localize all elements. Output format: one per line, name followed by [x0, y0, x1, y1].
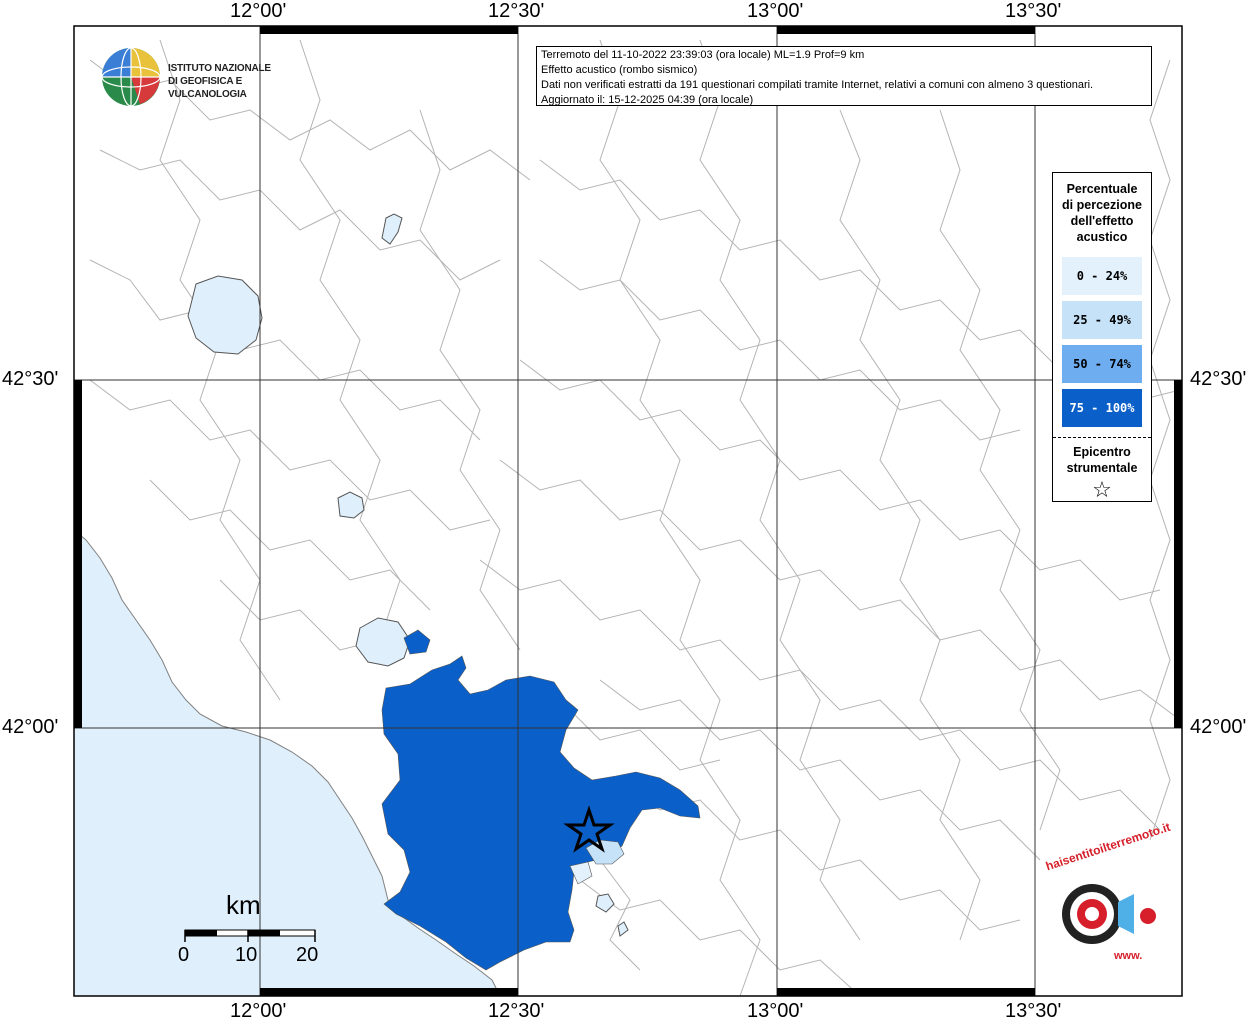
legend-title: Percentuale di percezione dell'effetto a… — [1053, 181, 1151, 245]
epicenter-legend-title: Epicentro strumentale — [1053, 444, 1151, 476]
scale-tick-20: 20 — [296, 944, 319, 966]
axis-top-3: 13°00' — [747, 0, 804, 22]
event-title: Terremoto del 11-10-2022 23:39:03 (ora l… — [541, 49, 865, 61]
event-updated: Aggiornato il: 15-12-2025 04:39 (ora loc… — [541, 94, 754, 106]
legend-class-25-49: 25 - 49% — [1062, 301, 1142, 339]
event-info-box: Terremoto del 11-10-2022 23:39:03 (ora l… — [536, 46, 1152, 106]
axis-top-4: 13°30' — [1005, 0, 1062, 22]
legend-title-line: acustico — [1076, 230, 1128, 244]
legend-title-line: dell'effetto — [1070, 214, 1134, 228]
scale-unit: km — [226, 890, 261, 920]
logo-line-2: DI GEOFISICA E VULCANOLOGIA — [168, 76, 247, 100]
logo-line-1: ISTITUTO NAZIONALE — [168, 63, 271, 74]
axis-top-2: 12°30' — [488, 0, 545, 22]
scale-tick-0: 0 — [178, 944, 190, 966]
event-effect: Effetto acustico (rombo sismico) — [541, 64, 698, 76]
axis-left-1: 42°30' — [2, 368, 59, 390]
axis-left-2: 42°00' — [2, 716, 59, 738]
legend-class-50-74: 50 - 74% — [1062, 345, 1142, 383]
legend-class-0-24: 0 - 24% — [1062, 257, 1142, 295]
badge-prefix: www. — [1114, 950, 1143, 962]
globe-icon — [101, 47, 161, 107]
legend: Percentuale di percezione dell'effetto a… — [1052, 172, 1152, 502]
axis-bottom-2: 12°30' — [488, 1000, 545, 1022]
ingv-logo: ISTITUTO NAZIONALE DI GEOFISICA E VULCAN… — [100, 46, 320, 110]
epicenter-title-line: Epicentro — [1073, 445, 1131, 459]
axis-right-2: 42°00' — [1190, 716, 1247, 738]
target-icon — [1062, 884, 1156, 944]
epicenter-title-line: strumentale — [1066, 461, 1138, 475]
epicenter-star-icon: ☆ — [1092, 477, 1112, 502]
legend-title-line: di percezione — [1062, 198, 1142, 212]
scale-tick-10: 10 — [235, 944, 258, 966]
legend-separator — [1053, 437, 1151, 438]
legend-title-line: Percentuale — [1066, 182, 1138, 196]
axis-bottom-3: 13°00' — [747, 1000, 804, 1022]
axis-bottom-4: 13°30' — [1005, 1000, 1062, 1022]
haisentito-badge: haisentitoilterremoto.it www. — [1030, 820, 1172, 978]
logo-text: ISTITUTO NAZIONALE DI GEOFISICA E VULCAN… — [168, 62, 320, 101]
event-data-note: Dati non verificati estratti da 191 ques… — [541, 79, 1094, 91]
axis-top-1: 12°00' — [230, 0, 287, 22]
legend-class-75-100: 75 - 100% — [1062, 389, 1142, 427]
axis-right-1: 42°30' — [1190, 368, 1247, 390]
axis-bottom-1: 12°00' — [230, 1000, 287, 1022]
